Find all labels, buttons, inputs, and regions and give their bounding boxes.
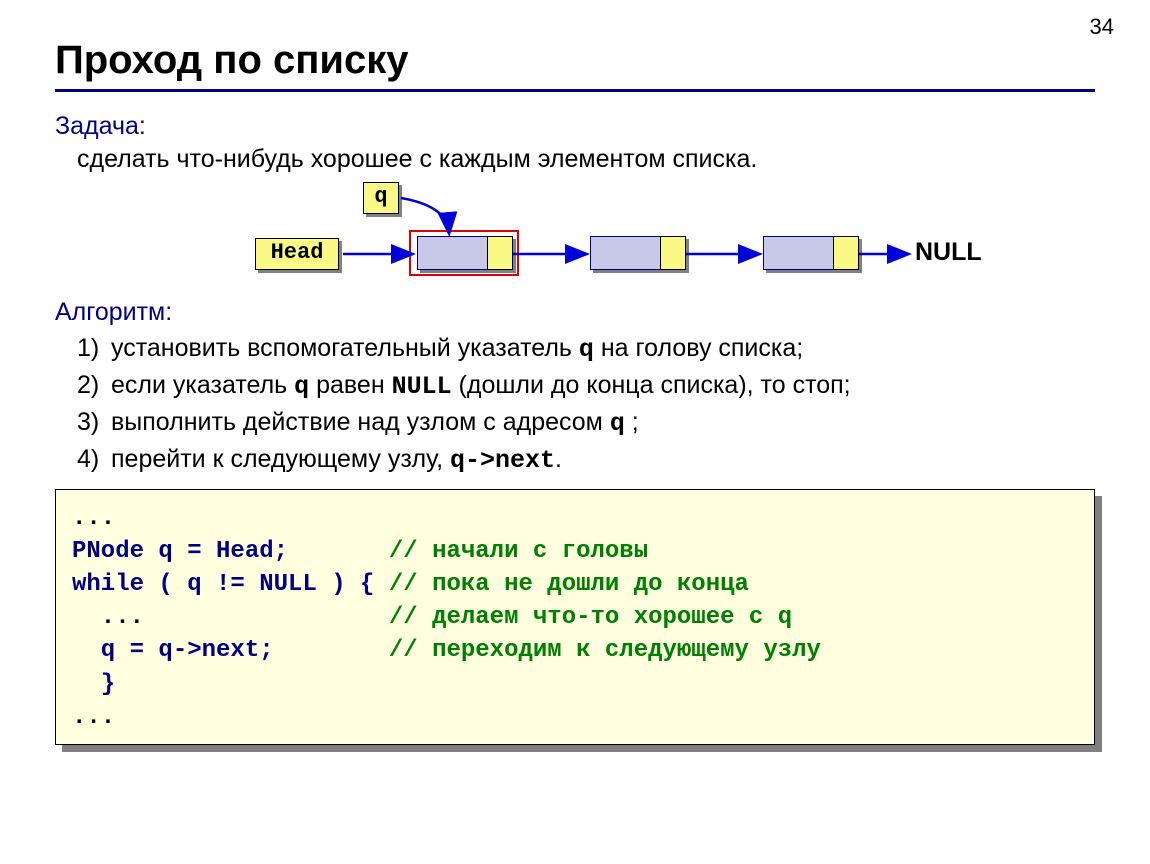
code-text: ... [72, 604, 389, 631]
task-label: Задача: [55, 112, 1095, 141]
code-block: ...PNode q = Head; // начали с головыwhi… [55, 489, 1095, 745]
algorithm-list: 1)установить вспомогательный указатель q… [55, 334, 1095, 475]
step-number: 3) [77, 408, 111, 437]
code-line: ... [72, 701, 1078, 734]
code-comment: // переходим к следующему узлу [389, 637, 821, 664]
code-comment: // начали с головы [389, 538, 648, 565]
step-text: равен [309, 371, 391, 399]
node-data-cell [417, 236, 489, 270]
algorithm-step: 1)установить вспомогательный указатель q… [77, 334, 1095, 364]
step-text: ; [625, 408, 639, 436]
slide: 34 Проход по списку Задача: сделать что-… [0, 0, 1150, 864]
code-keyword: } [72, 671, 115, 698]
step-text: . [555, 445, 562, 473]
slide-title: Проход по списку [55, 38, 1095, 83]
step-mono: q [294, 372, 309, 401]
head-pointer-box: Head [255, 238, 339, 270]
algorithm-step: 4)перейти к следующему узлу, q->next. [77, 445, 1095, 475]
code-keyword: while ( q != NULL ) { [72, 571, 389, 598]
code-comment: // делаем что-то хорошее с q [389, 604, 792, 631]
page-number: 34 [1090, 14, 1114, 40]
step-text: на голову списка; [594, 334, 803, 362]
step-mono: NULL [392, 372, 452, 401]
code-box: ...PNode q = Head; // начали с головыwhi… [55, 489, 1095, 745]
step-number: 4) [77, 445, 111, 474]
step-mono: q [610, 409, 625, 438]
code-keyword: q = q->next; [72, 637, 389, 664]
node-next-cell [487, 236, 513, 270]
q-pointer-box: q [363, 182, 399, 214]
code-line: q = q->next; // переходим к следующему у… [72, 634, 1078, 667]
step-mono: q->next [450, 446, 555, 475]
code-line: while ( q != NULL ) { // пока не дошли д… [72, 568, 1078, 601]
node-next-cell [660, 236, 686, 270]
code-keyword: PNode q = Head; [72, 538, 389, 565]
step-text: если указатель [111, 371, 294, 399]
step-text: (дошли до конца списка), то стоп; [452, 371, 851, 399]
code-line: } [72, 668, 1078, 701]
code-text: ... [72, 704, 115, 731]
code-line: PNode q = Head; // начали с головы [72, 535, 1078, 568]
step-number: 2) [77, 371, 111, 400]
code-text: ... [72, 505, 115, 532]
step-text: выполнить действие над узлом с адресом [111, 408, 610, 436]
algorithm-step: 3)выполнить действие над узлом с адресом… [77, 408, 1095, 438]
algorithm-step: 2)если указатель q равен NULL (дошли до … [77, 371, 1095, 401]
code-line: ... // делаем что-то хорошее с q [72, 601, 1078, 634]
step-number: 1) [77, 334, 111, 363]
task-text: сделать что-нибудь хорошее с каждым элем… [77, 145, 1095, 174]
title-underline [55, 89, 1095, 92]
step-text: перейти к следующему узлу, [111, 445, 450, 473]
step-mono: q [579, 335, 594, 364]
node-next-cell [833, 236, 859, 270]
code-comment: // пока не дошли до конца [389, 571, 749, 598]
node-data-cell [590, 236, 662, 270]
code-line: ... [72, 502, 1078, 535]
node-data-cell [763, 236, 835, 270]
null-label: NULL [915, 238, 982, 267]
algorithm-label: Алгоритм: [55, 298, 1095, 327]
linked-list-diagram: q Head NULL [205, 182, 1105, 292]
step-text: установить вспомогательный указатель [111, 334, 579, 362]
